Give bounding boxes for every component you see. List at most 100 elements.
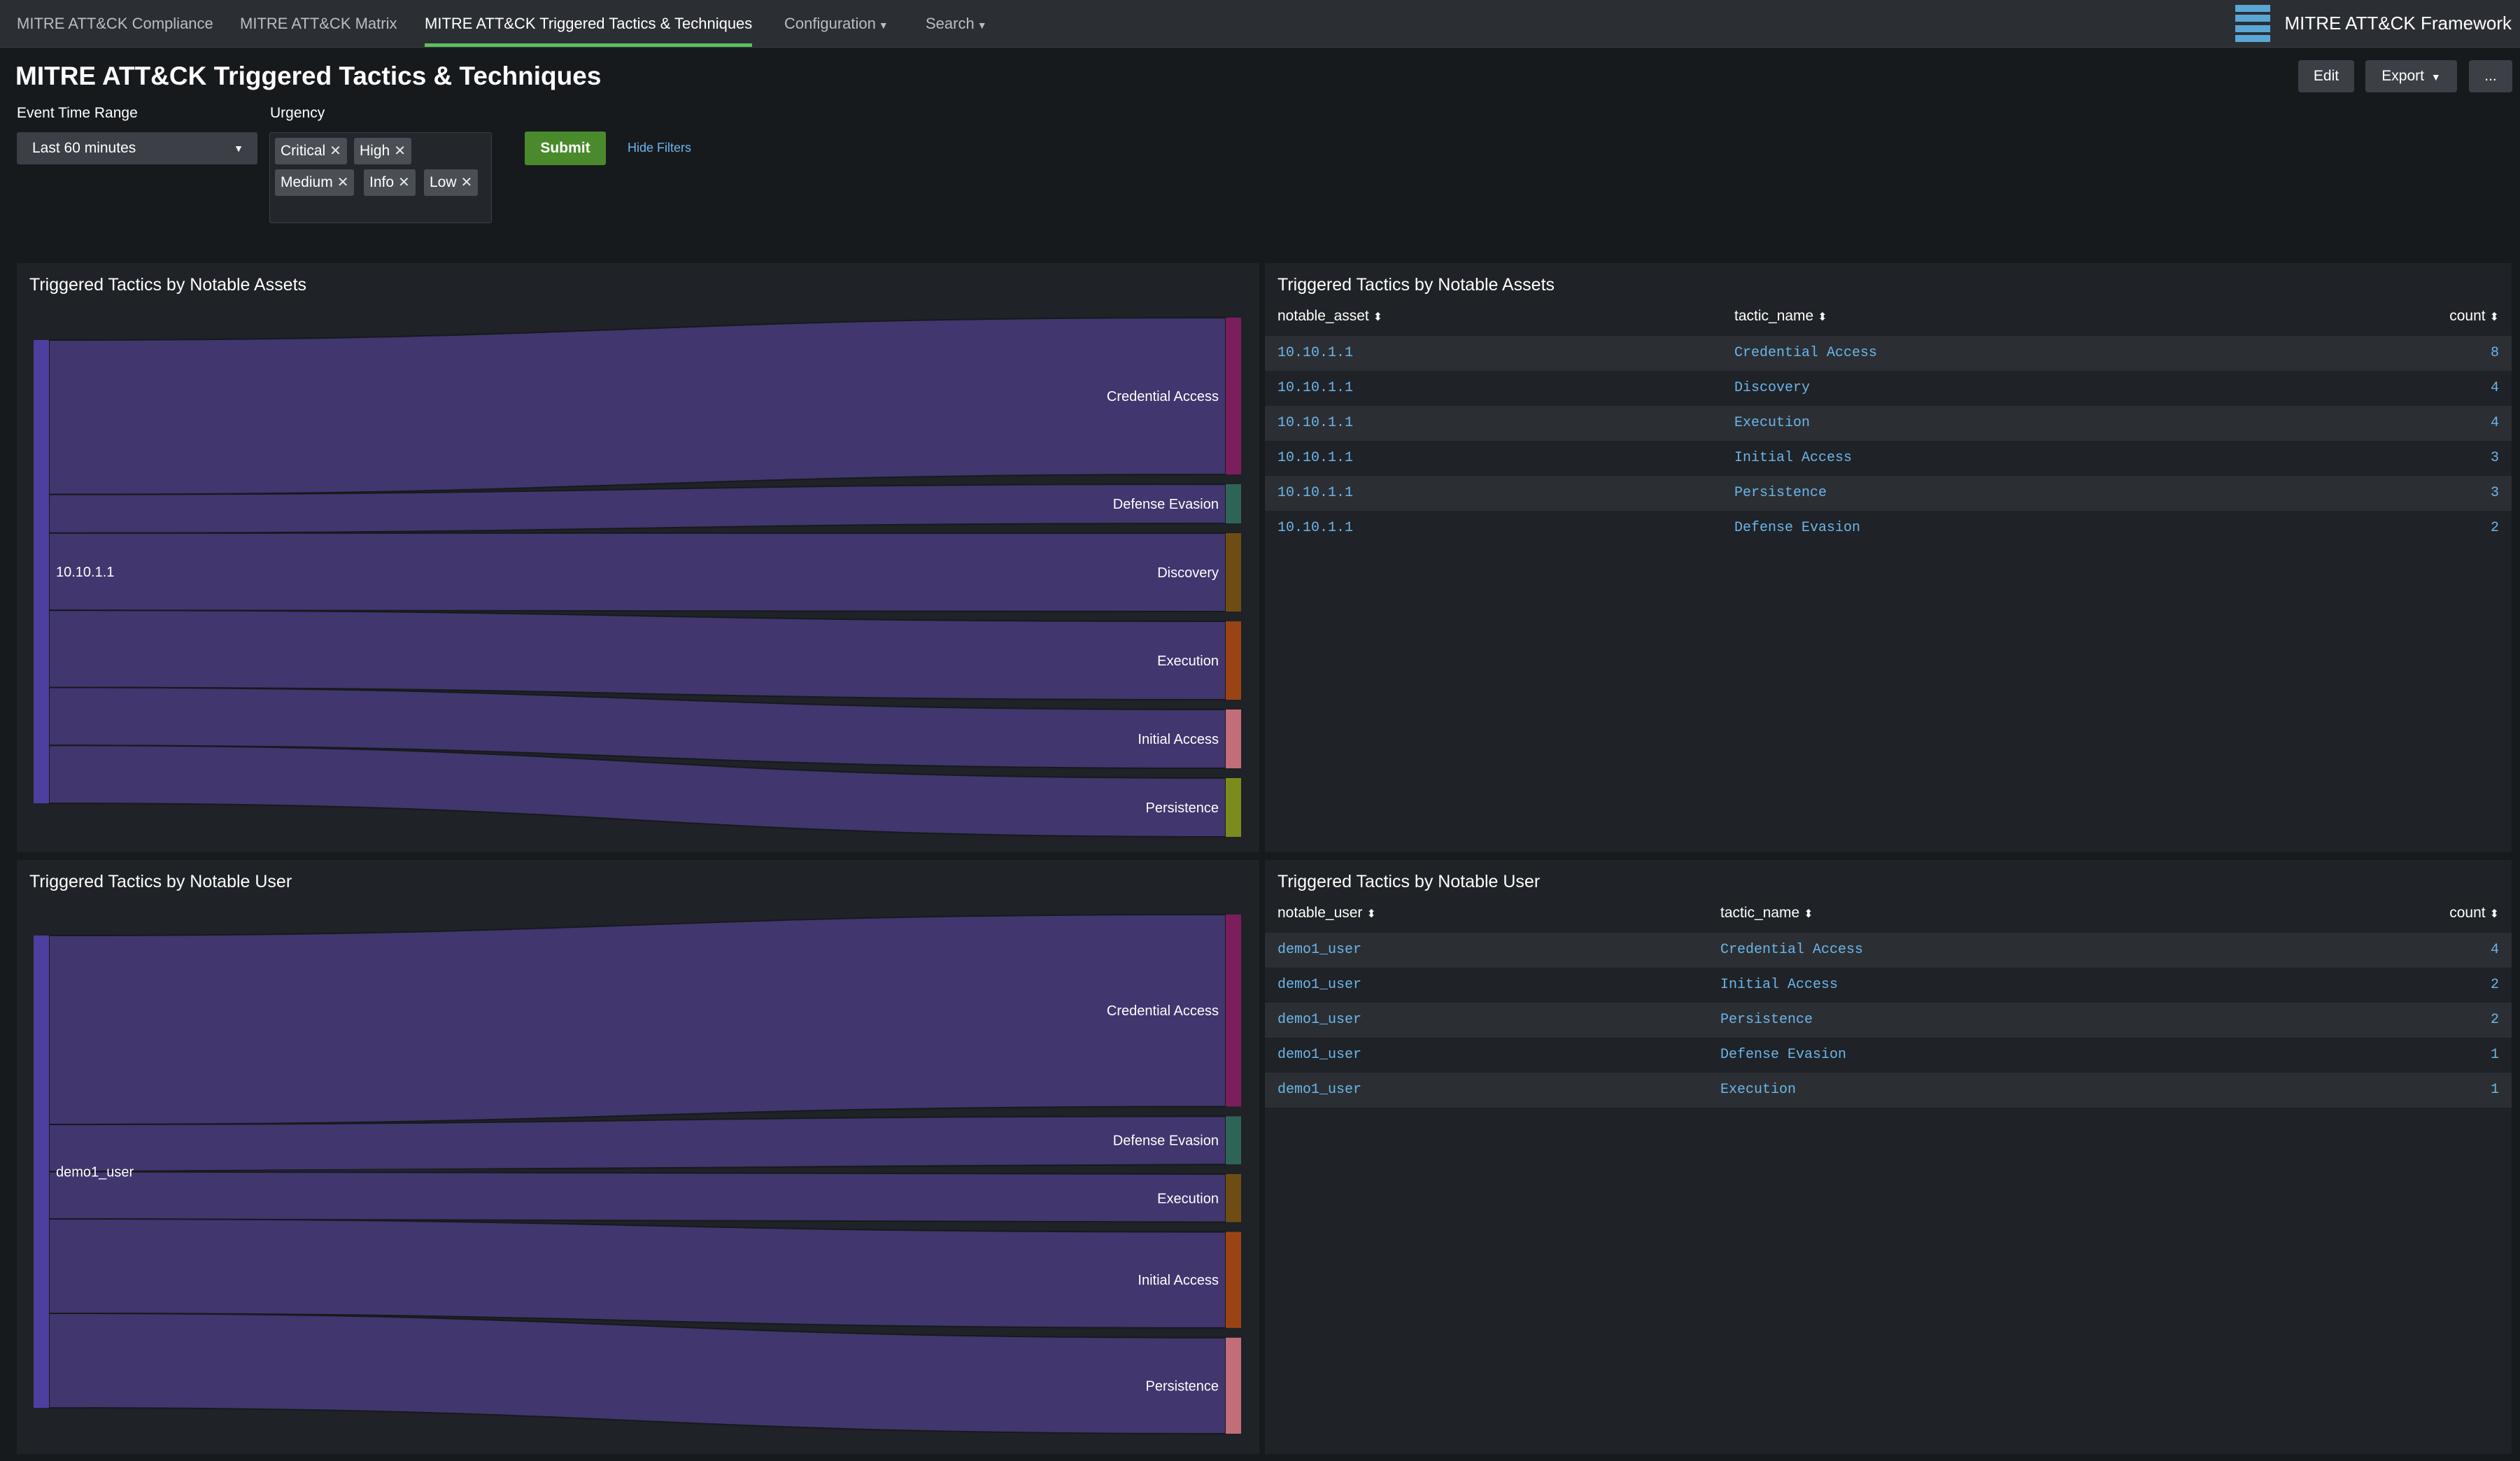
urgency-token-low[interactable]: Low ✕ [424,169,479,196]
sankey-target-node[interactable] [1226,533,1241,612]
sankey-target-node[interactable] [1226,621,1241,700]
sort-icon: ⬍ [1804,908,1813,920]
sankey-flow[interactable] [48,316,1226,495]
urgency-token-high[interactable]: High ✕ [354,138,411,164]
cell-count[interactable]: 4 [2491,371,2499,406]
cell-count[interactable]: 2 [2491,511,2499,546]
submit-button[interactable]: Submit [525,132,606,165]
sankey-flow[interactable] [48,1115,1226,1173]
cell-tactic[interactable]: Initial Access [1720,968,1838,1003]
close-icon[interactable]: ✕ [461,175,473,190]
cell-count[interactable]: 4 [2491,406,2499,441]
table-row: demo1_user Defense Evasion 1 [1265,1038,2512,1073]
chevron-down-icon: ▼ [878,20,889,31]
cell-entity[interactable]: demo1_user [1277,1073,1361,1108]
sankey-target-node[interactable] [1226,710,1241,768]
cell-count[interactable]: 1 [2491,1038,2499,1073]
cell-entity[interactable]: 10.10.1.1 [1277,476,1353,511]
cell-count[interactable]: 4 [2491,933,2499,968]
tab-label: MITRE ATT&CK Triggered Tactics & Techniq… [425,15,753,32]
tab-configuration[interactable]: Configuration ▼ [784,0,889,47]
cell-entity[interactable]: 10.10.1.1 [1277,406,1353,441]
cell-tactic[interactable]: Defense Evasion [1734,511,1860,546]
sankey-flow[interactable] [48,913,1226,1126]
more-actions-button[interactable]: ... [2469,60,2512,92]
urgency-token-medium[interactable]: Medium ✕ [275,169,355,196]
cell-count[interactable]: 1 [2491,1073,2499,1108]
sankey-flow[interactable] [48,609,1226,701]
sankey-source-node[interactable] [34,340,49,803]
cell-entity[interactable]: 10.10.1.1 [1277,441,1353,476]
tab-mitre-compliance[interactable]: MITRE ATT&CK Compliance [17,0,213,47]
sankey-target-label: Defense Evasion [1113,1134,1219,1149]
col-count[interactable]: count ⬍ [2449,898,2499,929]
urgency-token-info[interactable]: Info ✕ [364,169,416,196]
close-icon[interactable]: ✕ [398,175,410,190]
user-sankey-chart: Credential Access Defense Evasion Executio… [34,913,1241,1435]
tab-search[interactable]: Search ▼ [926,0,987,47]
sankey-target-node[interactable] [1226,915,1241,1107]
cell-entity[interactable]: 10.10.1.1 [1277,336,1353,371]
cell-entity[interactable]: demo1_user [1277,933,1361,968]
col-count[interactable]: count ⬍ [2449,301,2499,332]
sankey-flow[interactable] [48,1171,1226,1223]
cell-tactic[interactable]: Persistence [1734,476,1827,511]
close-icon[interactable]: ✕ [394,143,406,159]
close-icon[interactable]: ✕ [330,143,341,159]
sankey-source-node[interactable] [34,936,49,1408]
cell-tactic[interactable]: Credential Access [1734,336,1877,371]
hide-filters-link[interactable]: Hide Filters [628,141,691,155]
cell-count[interactable]: 8 [2491,336,2499,371]
cell-count[interactable]: 3 [2491,441,2499,476]
token-label: Medium [281,174,333,190]
tab-triggered-tactics[interactable]: MITRE ATT&CK Triggered Tactics & Techniq… [425,0,753,47]
export-button[interactable]: Export ▼ [2365,60,2457,92]
table-row: demo1_user Credential Access 4 [1265,933,2512,968]
sankey-target-node[interactable] [1226,1174,1241,1222]
urgency-label: Urgency [270,105,325,121]
sankey-flow[interactable] [48,1312,1226,1435]
tab-mitre-matrix[interactable]: MITRE ATT&CK Matrix [240,0,397,47]
cell-entity[interactable]: demo1_user [1277,968,1361,1003]
sankey-target-node[interactable] [1226,1337,1241,1434]
urgency-multiselect[interactable]: Critical ✕ High ✕ Medium ✕ Info ✕ Low ✕ [269,132,492,223]
cell-count[interactable]: 3 [2491,476,2499,511]
col-tactic-name[interactable]: tactic_name ⬍ [1734,301,1827,332]
cell-tactic[interactable]: Execution [1720,1073,1796,1108]
col-tactic-name[interactable]: tactic_name ⬍ [1720,898,1813,929]
cell-entity[interactable]: demo1_user [1277,1038,1361,1073]
table-row: 10.10.1.1 Defense Evasion 2 [1265,511,2512,546]
col-notable-asset[interactable]: notable_asset ⬍ [1277,301,1382,332]
cell-tactic[interactable]: Defense Evasion [1720,1038,1846,1073]
cell-tactic[interactable]: Discovery [1734,371,1810,406]
sankey-target-node[interactable] [1226,1116,1241,1164]
edit-button[interactable]: Edit [2298,60,2354,92]
cell-entity[interactable]: 10.10.1.1 [1277,511,1353,546]
cell-tactic[interactable]: Credential Access [1720,933,1863,968]
page-title: MITRE ATT&CK Triggered Tactics & Techniq… [15,62,602,90]
sankey-target-node[interactable] [1226,1231,1241,1328]
sankey-flow[interactable] [48,532,1226,613]
sankey-flow[interactable] [48,1218,1226,1329]
table-row: 10.10.1.1 Execution 4 [1265,406,2512,441]
cell-entity[interactable]: 10.10.1.1 [1277,371,1353,406]
cell-count[interactable]: 2 [2491,968,2499,1003]
sankey-target-node[interactable] [1226,318,1241,474]
col-notable-user[interactable]: notable_user ⬍ [1277,898,1376,929]
urgency-token-critical[interactable]: Critical ✕ [275,138,347,164]
top-nav: MITRE ATT&CK Compliance MITRE ATT&CK Mat… [0,0,2520,48]
cell-tactic[interactable]: Initial Access [1734,441,1852,476]
sankey-target-node[interactable] [1226,778,1241,837]
close-icon[interactable]: ✕ [337,175,349,190]
cell-count[interactable]: 2 [2491,1003,2499,1038]
cell-tactic[interactable]: Execution [1734,406,1810,441]
tab-label: MITRE ATT&CK Matrix [240,15,397,32]
sort-icon: ⬍ [1366,908,1376,920]
assets-table-panel: Triggered Tactics by Notable Assets nota… [1265,263,2512,852]
sankey-target-label: Initial Access [1138,732,1219,747]
time-range-dropdown[interactable]: Last 60 minutes ▼ [17,132,257,164]
table-row: 10.10.1.1 Initial Access 3 [1265,441,2512,476]
sankey-target-node[interactable] [1226,484,1241,523]
cell-tactic[interactable]: Persistence [1720,1003,1813,1038]
cell-entity[interactable]: demo1_user [1277,1003,1361,1038]
